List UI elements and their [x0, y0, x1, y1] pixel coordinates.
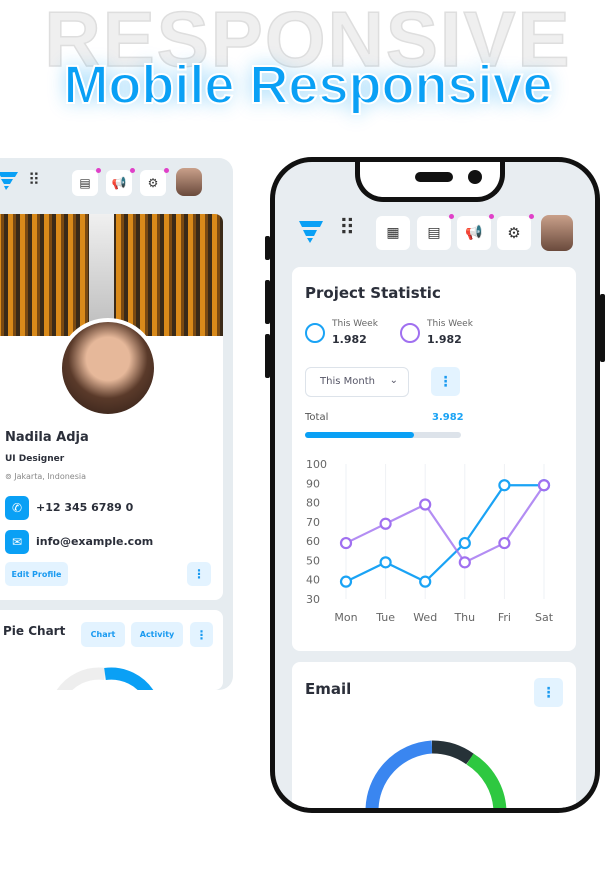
- grid-dots-icon[interactable]: ⠿: [28, 170, 41, 189]
- tab-chart[interactable]: Chart: [81, 622, 125, 647]
- card-title: Project Statistic: [305, 284, 441, 302]
- total-value: 3.982: [432, 412, 464, 423]
- left-header: ⠿ ▤ 📢 ⚙: [0, 168, 233, 204]
- profile-phone[interactable]: +12 345 6789 0: [36, 501, 133, 514]
- legend-value: 1.982: [332, 333, 367, 346]
- phone-header: ⠿ ▦ ▤ 📢 ⚙: [275, 202, 595, 262]
- email-donut-chart: [365, 740, 507, 808]
- project-statistic-card: Project Statistic This Week 1.982 This W…: [292, 267, 576, 651]
- profile-location: ⊚ Jakarta, Indonesia: [5, 472, 86, 481]
- phone-mockup: ⠿ ▦ ▤ 📢 ⚙ Project Statistic This Week 1.…: [270, 157, 600, 813]
- data-point: [498, 479, 511, 492]
- profile-card: Nadila Adja UI Designer ⊚ Jakarta, Indon…: [0, 214, 223, 600]
- legend-circle-purple: [400, 323, 420, 343]
- phone-icon: ✆: [5, 496, 29, 520]
- more-options-button[interactable]: ⋮: [187, 562, 211, 586]
- avatar[interactable]: [176, 168, 202, 196]
- y-tick-label: 30: [306, 593, 320, 606]
- x-tick-label: Sat: [535, 611, 554, 624]
- tab-activity[interactable]: Activity: [131, 622, 183, 647]
- y-tick-label: 60: [306, 535, 320, 548]
- more-options-button[interactable]: ⋮: [431, 367, 460, 396]
- legend-label: This Week: [427, 319, 473, 329]
- email-card: Email ⋮: [292, 662, 576, 808]
- avatar[interactable]: [541, 215, 573, 251]
- series-line: [345, 484, 545, 564]
- x-tick-label: Mon: [334, 611, 357, 624]
- y-tick-label: 50: [306, 554, 320, 567]
- data-point: [379, 556, 392, 569]
- pie-chart-card: Pie Chart Chart Activity ⋮: [0, 610, 223, 690]
- profile-photo: [58, 318, 158, 418]
- total-label: Total: [305, 412, 329, 423]
- dashboard-icon[interactable]: ▦: [376, 216, 410, 250]
- profile-name: Nadila Adja: [5, 430, 89, 445]
- line-chart: Mon Tue Wed Thu Fri Sat 30 40 50 60 70 80 90 100: [306, 458, 554, 624]
- email-card-title: Email: [305, 680, 352, 698]
- mail-icon: ✉: [5, 530, 29, 554]
- edit-profile-button[interactable]: Edit Profile: [5, 562, 68, 586]
- y-tick-label: 100: [306, 458, 327, 471]
- data-point: [339, 575, 353, 588]
- logo-icon: [0, 172, 18, 190]
- more-options-button[interactable]: ⋮: [190, 622, 213, 647]
- megaphone-icon[interactable]: 📢: [106, 168, 135, 196]
- progress-fill: [305, 432, 415, 438]
- data-point: [458, 556, 471, 569]
- y-tick-label: 80: [306, 497, 320, 510]
- location-pin-icon: ⊚: [5, 472, 12, 481]
- profile-email[interactable]: info@example.com: [36, 535, 153, 548]
- left-mobile-preview: ⠿ ▤ 📢 ⚙ Nadila Adja UI Designer ⊚ Jakart…: [0, 158, 233, 690]
- x-tick-label: Wed: [413, 611, 437, 624]
- phone-notch: [355, 162, 505, 202]
- x-tick-label: Thu: [453, 611, 475, 624]
- logo-icon: [299, 221, 323, 243]
- chat-icon[interactable]: ▤: [417, 214, 454, 250]
- y-tick-label: 40: [306, 574, 320, 587]
- headline: Mobile Responsive: [62, 54, 553, 116]
- data-point: [458, 536, 471, 550]
- more-options-button[interactable]: ⋮: [534, 678, 563, 707]
- data-point: [419, 498, 432, 511]
- chevron-down-icon: ⌄: [389, 375, 398, 386]
- period-value: This Month: [320, 376, 375, 387]
- legend-label: This Week: [332, 319, 378, 329]
- data-point: [419, 575, 432, 588]
- legend-value: 1.982: [427, 333, 462, 346]
- x-tick-label: Fri: [498, 611, 511, 624]
- profile-role: UI Designer: [5, 454, 65, 464]
- pie-chart-title: Pie Chart: [3, 624, 66, 638]
- location-text: Jakarta, Indonesia: [14, 472, 87, 481]
- grid-dots-icon[interactable]: ⠿: [339, 216, 355, 241]
- y-tick-label: 90: [306, 477, 320, 490]
- legend-circle-blue: [305, 323, 325, 343]
- gear-icon[interactable]: ⚙: [497, 214, 534, 250]
- data-point: [498, 536, 511, 550]
- chat-icon[interactable]: ▤: [72, 168, 101, 196]
- data-point: [379, 517, 392, 530]
- total-progress-bar: [305, 432, 461, 438]
- data-point: [537, 479, 551, 492]
- gear-icon[interactable]: ⚙: [140, 168, 169, 196]
- y-tick-label: 70: [306, 516, 320, 529]
- period-select[interactable]: This Month ⌄: [305, 367, 409, 397]
- pie-chart-partial: [56, 667, 154, 690]
- megaphone-icon[interactable]: 📢: [457, 214, 494, 250]
- data-point: [339, 536, 353, 550]
- x-tick-label: Tue: [375, 611, 395, 624]
